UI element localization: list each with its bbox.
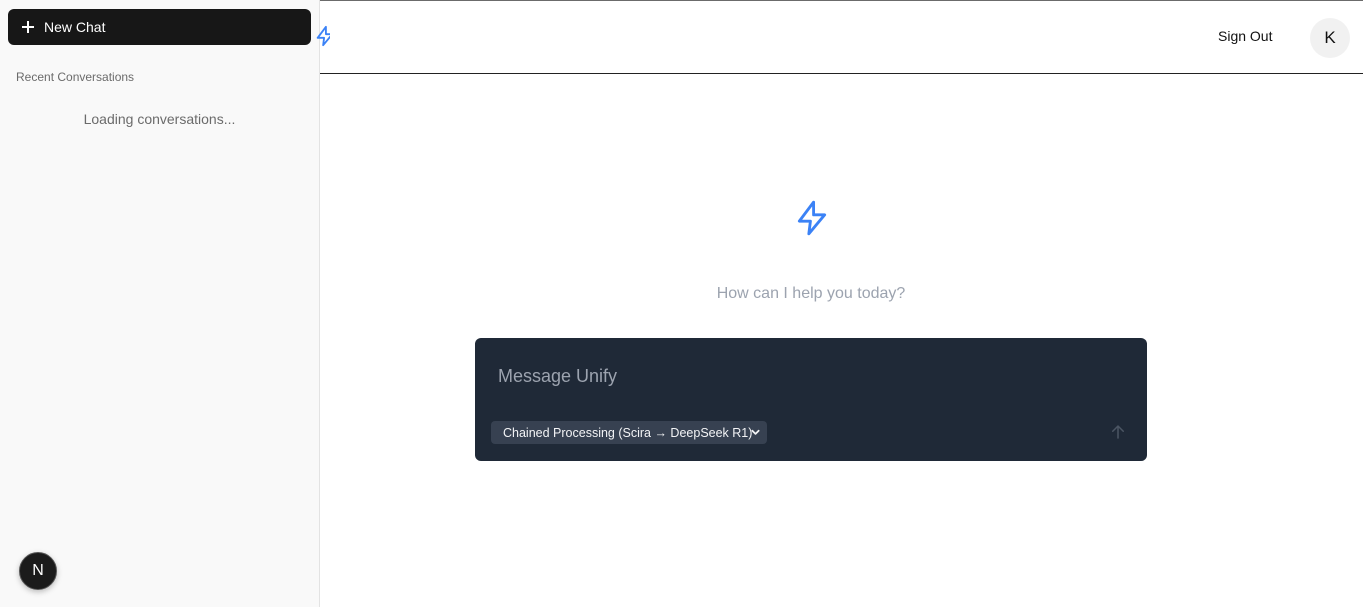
new-chat-button[interactable]: New Chat [8,9,311,45]
sidebar: New Chat Recent Conversations Loading co… [0,0,320,607]
bolt-icon [793,199,831,237]
send-button[interactable] [1109,423,1127,441]
sign-out-button[interactable]: Sign Out [1218,28,1272,44]
message-input[interactable] [498,362,1118,390]
message-composer: Chained Processing (Scira → DeepSeek R1) [475,338,1147,461]
chevron-down-icon [751,429,760,435]
bolt-icon[interactable] [314,25,330,47]
recent-conversations-heading: Recent Conversations [16,70,135,84]
loading-conversations-text: Loading conversations... [83,111,236,127]
avatar-initial: K [1324,28,1336,47]
avatar[interactable]: K [1310,18,1350,58]
model-select[interactable]: Chained Processing (Scira → DeepSeek R1) [491,421,767,444]
header: Sign Out K [316,1,1363,74]
new-chat-label: New Chat [44,19,106,35]
model-select-value: Chained Processing (Scira → DeepSeek R1) [503,425,753,440]
arrow-up-icon [1112,425,1124,439]
plus-icon [22,21,34,33]
dev-tools-badge-letter: N [32,562,44,579]
dev-tools-badge[interactable]: N [19,552,57,590]
welcome-prompt: How can I help you today? [716,285,906,302]
